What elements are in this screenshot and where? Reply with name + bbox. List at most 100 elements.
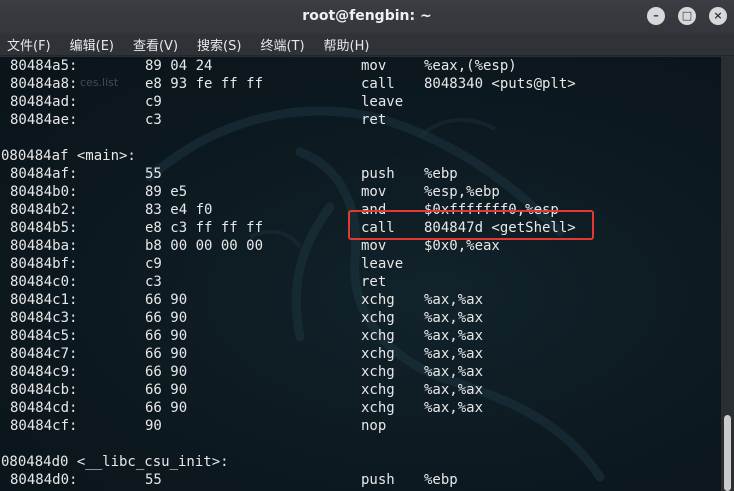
- instruction-operands: %ax,%ax: [424, 310, 484, 326]
- instruction-address: 80484a8:: [10, 76, 78, 92]
- instruction-bytes: c9: [145, 256, 162, 272]
- instruction-address: 80484af:: [10, 166, 78, 182]
- menu-view[interactable]: 查看(V): [133, 35, 178, 54]
- instruction-mnemonic: xchg: [361, 364, 395, 380]
- instruction-operands: %ax,%ax: [424, 364, 484, 380]
- instruction-bytes: 55: [145, 472, 162, 488]
- instruction-line: 80484c9: 66 90 xchg %ax,%ax: [0, 363, 721, 381]
- instruction-address: 80484c0:: [10, 274, 78, 290]
- instruction-address: 80484ae:: [10, 112, 78, 128]
- instruction-address: 80484a5:: [10, 58, 78, 74]
- instruction-operands: %ax,%ax: [424, 346, 484, 362]
- instruction-operands: %ax,%ax: [424, 292, 484, 308]
- menu-help[interactable]: 帮助(H): [324, 35, 370, 54]
- instruction-operands: %eax,(%esp): [424, 58, 517, 74]
- instruction-bytes: 89 04 24: [145, 58, 213, 74]
- instruction-address: 80484c7:: [10, 346, 78, 362]
- menu-edit[interactable]: 编辑(E): [70, 35, 114, 54]
- minimize-icon: –: [653, 9, 659, 22]
- annotation-highlight-box: [348, 210, 594, 240]
- instruction-bytes: 66 90: [145, 346, 188, 362]
- instruction-mnemonic: nop: [361, 418, 387, 434]
- instruction-address: 80484c5:: [10, 328, 78, 344]
- instruction-address: 80484b0:: [10, 184, 78, 200]
- instruction-line: 80484cb: 66 90 xchg %ax,%ax: [0, 381, 721, 399]
- window-title: root@fengbin: ~: [302, 8, 432, 24]
- instruction-bytes: 66 90: [145, 328, 188, 344]
- instruction-mnemonic: ret: [361, 112, 387, 128]
- instruction-line: 80484cf: 90 nop: [0, 417, 721, 435]
- instruction-bytes: c9: [145, 94, 162, 110]
- instruction-address: 80484c9:: [10, 364, 78, 380]
- instruction-line: 80484d0: 55 push %ebp: [0, 471, 721, 489]
- scrollbar-thumb[interactable]: [724, 415, 731, 491]
- instruction-bytes: 90: [145, 418, 162, 434]
- menu-search[interactable]: 搜索(S): [197, 35, 241, 54]
- function-label: 080484af <main>:: [1, 148, 136, 164]
- instruction-bytes: 55: [145, 166, 162, 182]
- minimize-button[interactable]: –: [647, 7, 665, 25]
- function-label-line: 080484d0 <__libc_csu_init>:: [0, 453, 721, 471]
- instruction-mnemonic: call: [361, 76, 395, 92]
- instruction-bytes: c3: [145, 274, 162, 290]
- instruction-operands: %esp,%ebp: [424, 184, 500, 200]
- menu-file[interactable]: 文件(F): [7, 35, 51, 54]
- terminal-output[interactable]: ces.list 80484a5: 89 04 24 mov %eax,(%esp) 8…: [0, 57, 721, 491]
- instruction-line: 80484cd: 66 90 xchg %ax,%ax: [0, 399, 721, 417]
- instruction-bytes: e8 c3 ff ff ff: [145, 220, 264, 236]
- instruction-line: 80484b0: 89 e5 mov %esp,%ebp: [0, 183, 721, 201]
- menu-bar: 文件(F) 编辑(E) 查看(V) 搜索(S) 终端(T) 帮助(H): [0, 34, 734, 56]
- instruction-line: 80484c0: c3 ret: [0, 273, 721, 291]
- disassembly-listing: 80484a5: 89 04 24 mov %eax,(%esp) 80484a8: e8…: [0, 57, 721, 489]
- close-button[interactable]: ×: [709, 7, 727, 25]
- instruction-bytes: e8 93 fe ff ff: [145, 76, 264, 92]
- instruction-bytes: 66 90: [145, 364, 188, 380]
- function-label: 080484d0 <__libc_csu_init>:: [1, 454, 229, 470]
- instruction-operands: %ebp: [424, 472, 458, 488]
- instruction-address: 80484cb:: [10, 382, 78, 398]
- instruction-operands: 8048340 <puts@plt>: [424, 76, 576, 92]
- instruction-mnemonic: mov: [361, 184, 387, 200]
- instruction-line: 80484af: 55 push %ebp: [0, 165, 721, 183]
- instruction-mnemonic: xchg: [361, 400, 395, 416]
- instruction-mnemonic: mov: [361, 58, 387, 74]
- instruction-address: 80484b5:: [10, 220, 78, 236]
- instruction-mnemonic: leave: [361, 256, 404, 272]
- instruction-line: 80484ae: c3 ret: [0, 111, 721, 129]
- instruction-line: 80484c7: 66 90 xchg %ax,%ax: [0, 345, 721, 363]
- instruction-mnemonic: leave: [361, 94, 404, 110]
- instruction-mnemonic: xchg: [361, 310, 395, 326]
- instruction-line: 80484a5: 89 04 24 mov %eax,(%esp): [0, 57, 721, 75]
- instruction-address: 80484cd:: [10, 400, 78, 416]
- instruction-operands: %ebp: [424, 166, 458, 182]
- instruction-address: 80484bf:: [10, 256, 78, 272]
- instruction-bytes: 66 90: [145, 400, 188, 416]
- vertical-scrollbar[interactable]: [721, 57, 734, 491]
- instruction-line: 80484c3: 66 90 xchg %ax,%ax: [0, 309, 721, 327]
- instruction-mnemonic: push: [361, 472, 395, 488]
- instruction-line: 80484ad: c9 leave: [0, 93, 721, 111]
- instruction-address: 80484c1:: [10, 292, 78, 308]
- instruction-operands: %ax,%ax: [424, 382, 484, 398]
- instruction-bytes: 66 90: [145, 292, 188, 308]
- instruction-bytes: 83 e4 f0: [145, 202, 213, 218]
- instruction-line: 80484bf: c9 leave: [0, 255, 721, 273]
- instruction-bytes: 66 90: [145, 382, 188, 398]
- maximize-button[interactable]: □: [678, 7, 696, 25]
- menu-terminal[interactable]: 终端(T): [260, 35, 304, 54]
- instruction-address: 80484c3:: [10, 310, 78, 326]
- instruction-mnemonic: ret: [361, 274, 387, 290]
- instruction-mnemonic: xchg: [361, 346, 395, 362]
- instruction-address: 80484b2:: [10, 202, 78, 218]
- instruction-bytes: c3: [145, 112, 162, 128]
- instruction-line: 80484a8: e8 93 fe ff ff call 8048340 <puts@…: [0, 75, 721, 93]
- instruction-operands: %ax,%ax: [424, 400, 484, 416]
- instruction-address: 80484d0:: [10, 472, 78, 488]
- instruction-line: 80484c5: 66 90 xchg %ax,%ax: [0, 327, 721, 345]
- title-bar: root@fengbin: ~ – □ ×: [0, 0, 734, 34]
- function-label-line: 080484af <main>:: [0, 147, 721, 165]
- instruction-address: 80484ba:: [10, 238, 78, 254]
- instruction-bytes: 89 e5: [145, 184, 188, 200]
- instruction-bytes: b8 00 00 00 00: [145, 238, 264, 254]
